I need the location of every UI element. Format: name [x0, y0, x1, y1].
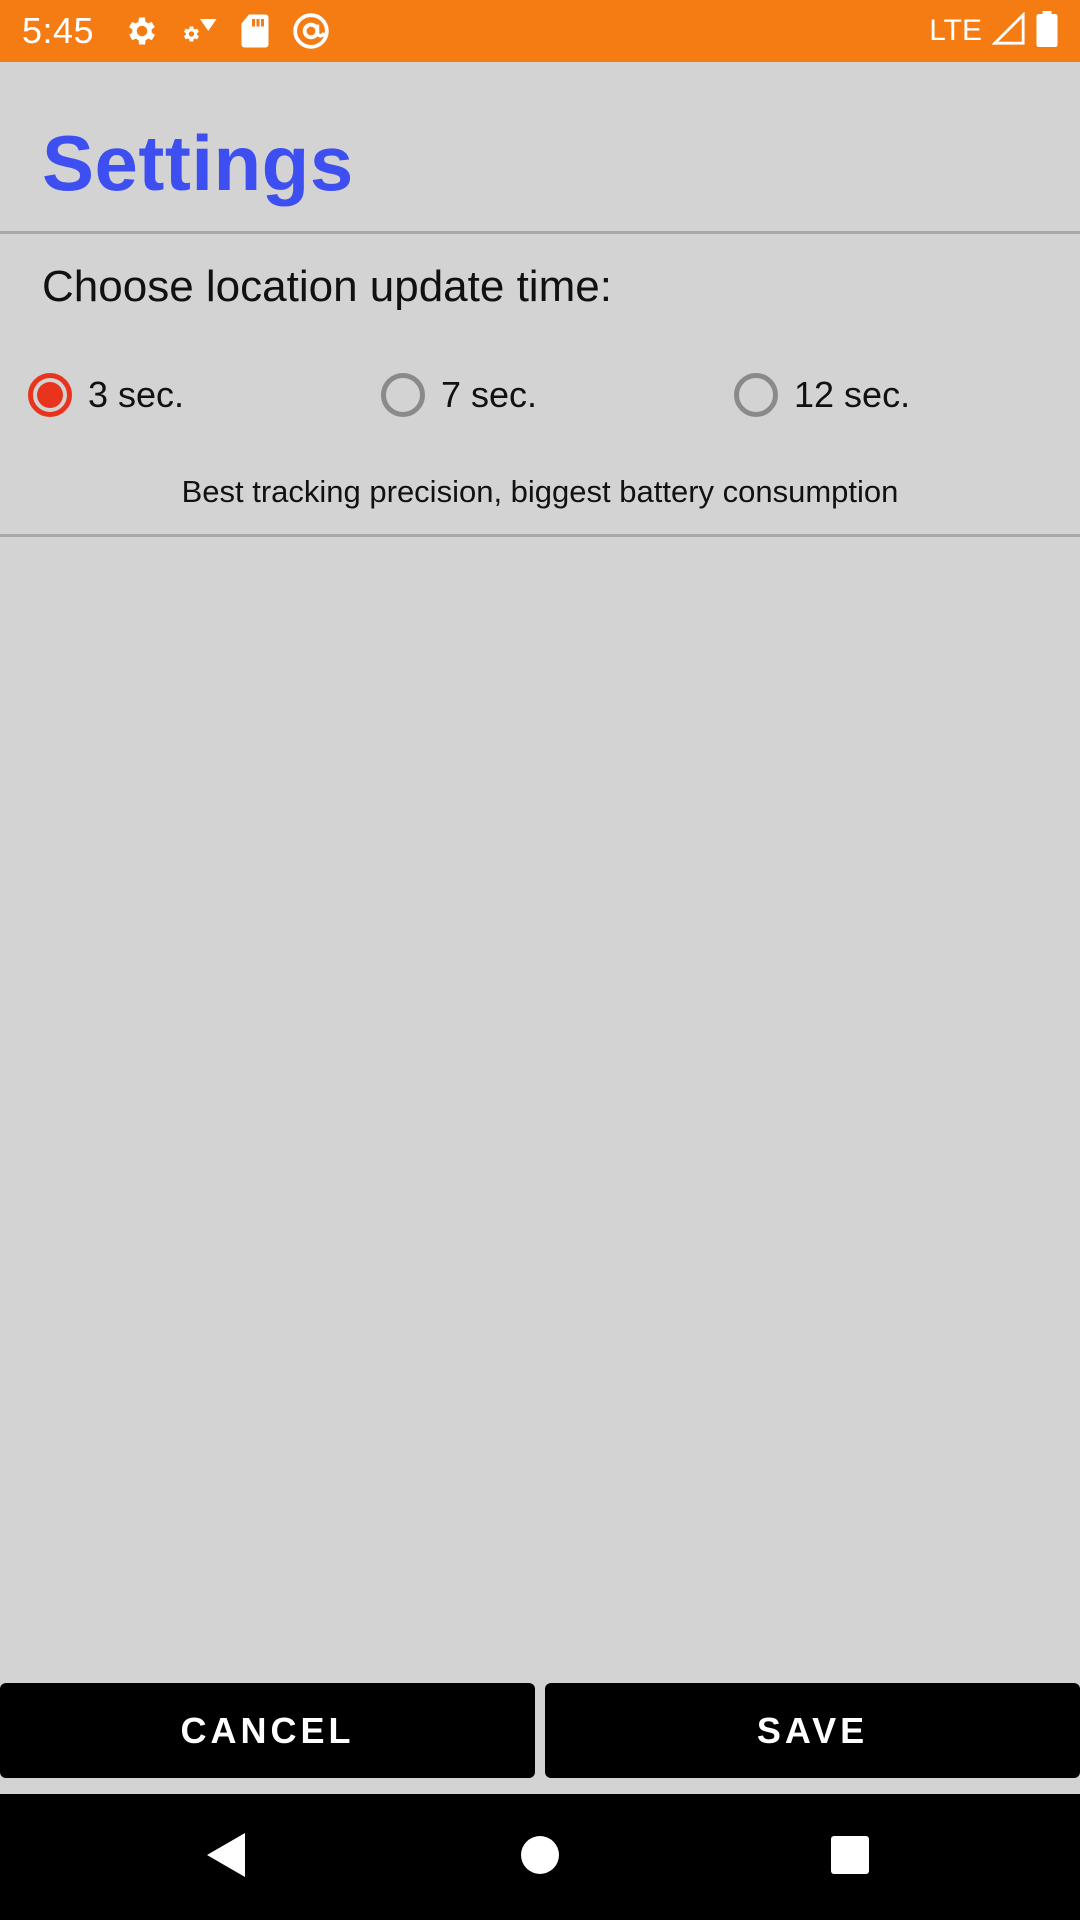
radio-dot — [37, 382, 63, 408]
status-icons-left — [124, 12, 330, 50]
settings-gear-icon — [124, 13, 160, 49]
signal-icon — [991, 10, 1026, 51]
radio-label[interactable]: 12 sec. — [794, 374, 910, 416]
cancel-button[interactable]: CANCEL — [0, 1683, 535, 1778]
radio-option-7-sec[interactable]: 7 sec. — [381, 366, 537, 424]
page-title: Settings — [42, 119, 354, 207]
save-button[interactable]: SAVE — [545, 1683, 1080, 1778]
radio-checked-icon[interactable] — [28, 373, 72, 417]
network-type: LTE — [929, 14, 982, 47]
home-icon[interactable] — [520, 1835, 560, 1880]
battery-icon — [1036, 10, 1058, 52]
blocked-at-icon — [292, 12, 330, 50]
radio-label[interactable]: 3 sec. — [88, 374, 184, 416]
small-gear-wifi-icon — [182, 13, 218, 49]
header-divider — [0, 231, 1080, 234]
navigation-bar — [0, 1794, 1080, 1920]
sd-card-icon — [240, 13, 270, 49]
update-time-radio-group: 3 sec. 7 sec. 12 sec. — [0, 366, 1080, 424]
radio-unchecked-icon[interactable] — [734, 373, 778, 417]
recents-icon[interactable] — [830, 1835, 870, 1880]
option-description: Best tracking precision, biggest battery… — [181, 474, 899, 509]
content-divider — [0, 534, 1080, 537]
radio-option-3-sec[interactable]: 3 sec. — [28, 366, 184, 424]
radio-label[interactable]: 7 sec. — [441, 374, 537, 416]
home-button[interactable] — [480, 1794, 600, 1920]
update-time-prompt: Choose location update time: — [42, 262, 612, 311]
back-icon[interactable] — [203, 1831, 247, 1884]
back-button[interactable] — [165, 1794, 285, 1920]
recents-button[interactable] — [790, 1794, 910, 1920]
radio-option-12-sec[interactable]: 12 sec. — [734, 366, 910, 424]
radio-unchecked-icon[interactable] — [381, 373, 425, 417]
status-time: 5:45 — [22, 10, 95, 51]
status-bar: 5:45 LTE — [0, 0, 1080, 62]
status-icons-right: LTE — [929, 10, 1058, 52]
